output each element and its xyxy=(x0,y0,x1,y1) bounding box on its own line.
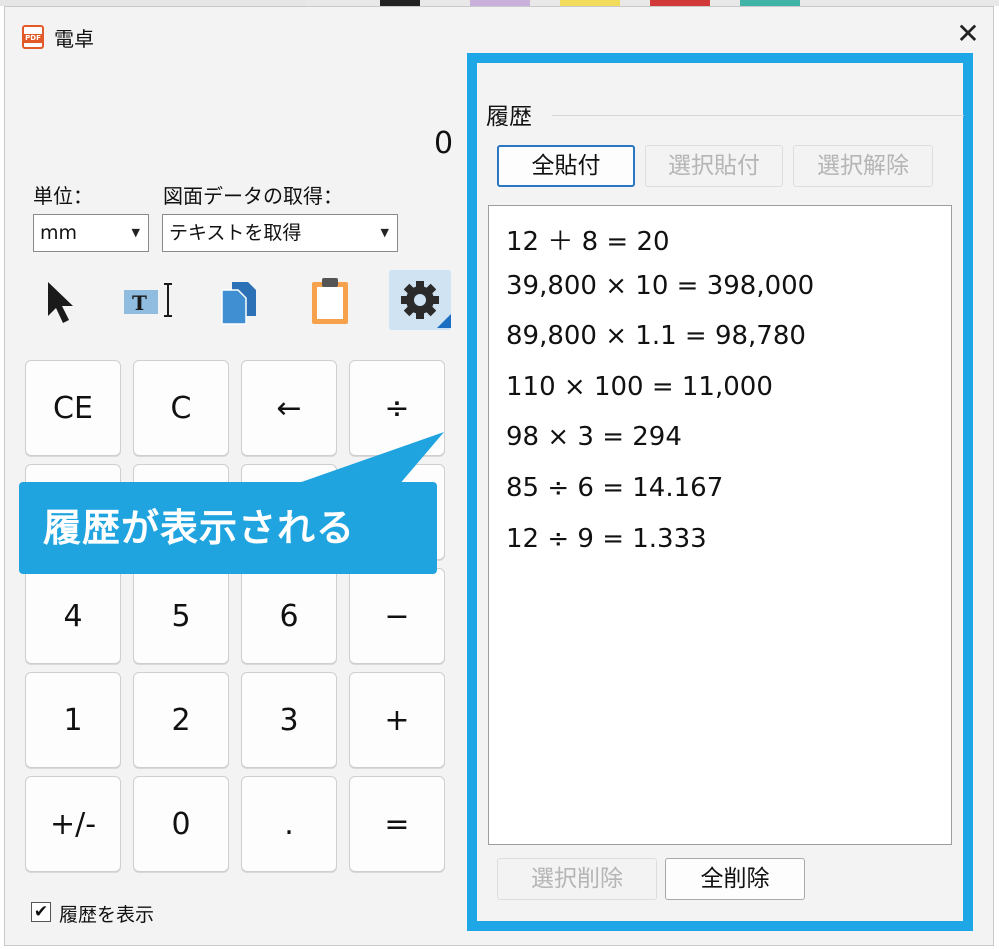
history-item[interactable]: 39,800 × 10 = 398,000 xyxy=(506,271,814,301)
text-select-icon: T xyxy=(124,283,172,317)
settings-button[interactable] xyxy=(389,270,451,330)
history-callout: 履歴が表示される xyxy=(19,482,437,574)
unit-label: 単位： xyxy=(33,184,93,208)
show-history-checkbox[interactable]: ✔ xyxy=(31,902,51,922)
key-plus[interactable]: + xyxy=(349,672,445,768)
drawing-data-select[interactable]: テキストを取得 ▼ xyxy=(162,214,398,252)
key-2[interactable]: 2 xyxy=(133,672,229,768)
paste-all-button[interactable]: 全貼付 xyxy=(497,145,635,187)
window-title: 電卓 xyxy=(54,27,94,51)
paste-selected-button[interactable]: 選択貼付 xyxy=(645,145,783,187)
text-select-button[interactable]: T xyxy=(120,270,182,330)
key-divide[interactable]: ÷ xyxy=(349,360,445,456)
calculator-display: 0 xyxy=(434,126,454,161)
copy-icon xyxy=(221,282,256,325)
key-6[interactable]: 6 xyxy=(241,568,337,664)
key-3[interactable]: 3 xyxy=(241,672,337,768)
chevron-down-icon: ▼ xyxy=(380,226,389,239)
key-5[interactable]: 5 xyxy=(133,568,229,664)
key-decimal[interactable]: . xyxy=(241,776,337,872)
key-minus[interactable]: − xyxy=(349,568,445,664)
paste-button[interactable] xyxy=(300,270,362,330)
delete-selected-button[interactable]: 選択削除 xyxy=(497,858,657,900)
unit-select[interactable]: mm ▼ xyxy=(33,214,149,252)
pointer-button[interactable] xyxy=(36,270,98,330)
show-history-label: 履歴を表示 xyxy=(59,904,155,926)
history-item[interactable]: 89,800 × 1.1 = 98,780 xyxy=(506,321,806,351)
drawing-data-select-value: テキストを取得 xyxy=(169,222,302,244)
key-1[interactable]: 1 xyxy=(25,672,121,768)
key-clear-entry[interactable]: CE xyxy=(25,360,121,456)
pointer-icon xyxy=(48,282,73,323)
history-item[interactable]: 12 ÷ 9 = 1.333 xyxy=(506,524,707,554)
deselect-button[interactable]: 選択解除 xyxy=(793,145,933,187)
key-negate[interactable]: +/- xyxy=(25,776,121,872)
history-title: 履歴 xyxy=(486,104,532,130)
gear-icon xyxy=(401,281,451,328)
history-item[interactable]: 98 × 3 = 294 xyxy=(506,422,682,452)
delete-all-button[interactable]: 全削除 xyxy=(665,858,805,900)
key-0[interactable]: 0 xyxy=(133,776,229,872)
chevron-down-icon: ▼ xyxy=(131,226,140,239)
key-4[interactable]: 4 xyxy=(25,568,121,664)
key-backspace[interactable]: ← xyxy=(241,360,337,456)
history-divider xyxy=(552,115,964,116)
pdf-app-icon-label: PDF xyxy=(22,34,44,43)
key-equals[interactable]: = xyxy=(349,776,445,872)
close-button[interactable]: ✕ xyxy=(951,17,985,51)
key-clear[interactable]: C xyxy=(133,360,229,456)
history-item[interactable]: 85 ÷ 6 = 14.167 xyxy=(506,473,723,503)
history-list[interactable]: 12 ＋ 8 = 20 39,800 × 10 = 398,000 89,800… xyxy=(488,205,952,845)
svg-text:T: T xyxy=(132,291,147,315)
history-item[interactable]: 110 × 100 = 11,000 xyxy=(506,372,773,402)
clipboard-icon xyxy=(312,278,348,324)
drawing-data-label: 図面データの取得： xyxy=(163,184,343,208)
unit-select-value: mm xyxy=(40,222,78,244)
pdf-app-icon: PDF xyxy=(22,25,44,49)
copy-button[interactable] xyxy=(212,270,274,330)
history-item[interactable]: 12 ＋ 8 = 20 xyxy=(506,221,670,258)
